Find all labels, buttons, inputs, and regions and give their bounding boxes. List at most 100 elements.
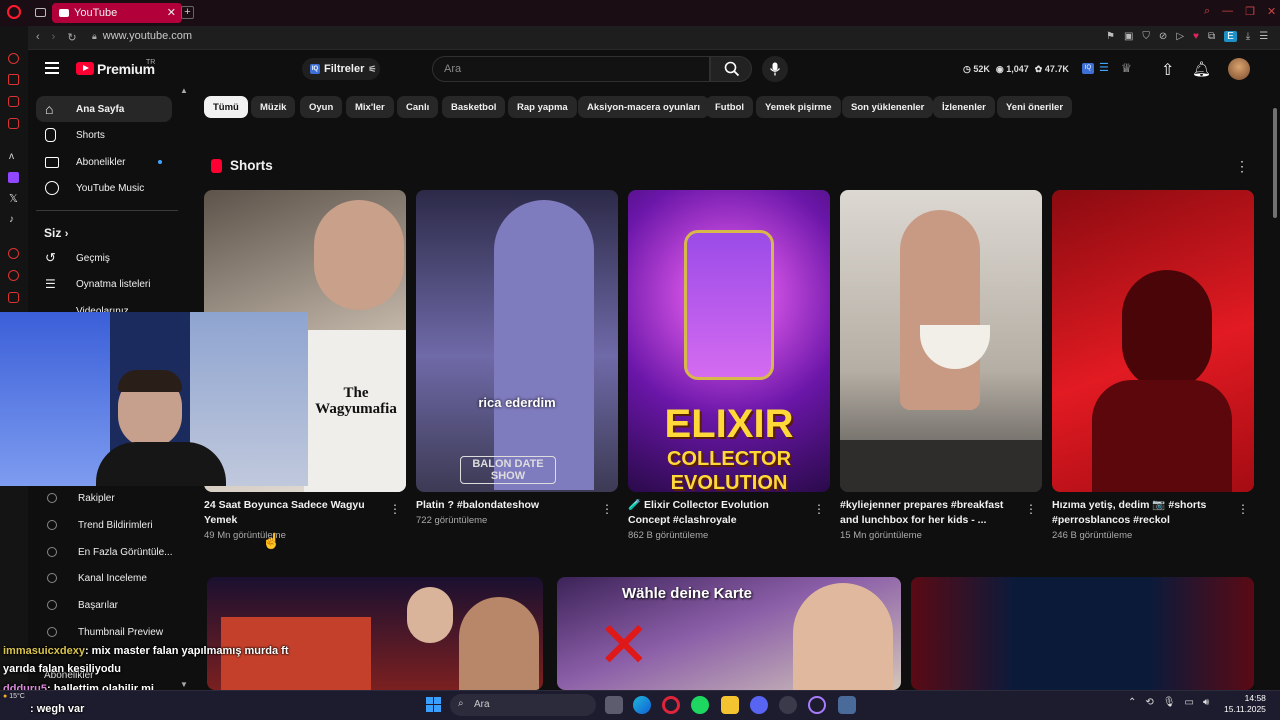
chip-cooking[interactable]: Yemek pişirme xyxy=(756,96,841,118)
volume-icon[interactable]: 🔊︎ xyxy=(1203,697,1209,708)
sidebar-tool-trend-alerts[interactable]: Trend Bildirimleri xyxy=(40,515,180,535)
tray-overflow-icon[interactable]: ⌃ xyxy=(1128,697,1136,708)
weather-widget[interactable]: ● 15°C xyxy=(3,693,25,700)
chip-action-adventure[interactable]: Aksiyon-macera oyunları xyxy=(578,96,709,118)
snapshot-icon[interactable]: ▣ xyxy=(1124,31,1133,42)
short-more-icon[interactable]: ⋮ xyxy=(813,502,825,516)
file-explorer-icon[interactable] xyxy=(721,696,739,714)
minimize-icon[interactable]: — xyxy=(1222,5,1233,18)
scrollbar-thumb[interactable] xyxy=(1273,108,1277,218)
close-window-icon[interactable]: ✕ xyxy=(1267,5,1276,18)
sidebar-you-heading[interactable]: Siz › xyxy=(44,226,68,240)
award-icon[interactable]: ♕ xyxy=(1121,61,1132,75)
search-input[interactable]: Ara xyxy=(432,56,710,82)
tab-youtube[interactable]: YouTube ✕ xyxy=(52,3,182,23)
short-more-icon[interactable]: ⋮ xyxy=(1025,502,1037,516)
short-title[interactable]: #kyliejenner prepares #breakfast and lun… xyxy=(840,498,1020,528)
forward-icon[interactable]: › xyxy=(52,31,56,44)
downloads-icon[interactable]: ⤓ xyxy=(1246,31,1250,42)
upload-icon[interactable]: ⇧ xyxy=(1161,60,1179,79)
app-icon[interactable] xyxy=(838,696,856,714)
player-icon[interactable]: ▷ xyxy=(1176,31,1184,42)
sidebar-ai-icon[interactable] xyxy=(8,53,19,64)
back-icon[interactable]: ‹ xyxy=(36,31,40,44)
chip-new-to-you[interactable]: Yeni öneriler xyxy=(997,96,1073,118)
workspaces-icon[interactable] xyxy=(35,8,46,17)
sidebar-x-icon[interactable]: 𝕏 xyxy=(9,192,18,205)
maximize-icon[interactable]: ❐ xyxy=(1245,5,1255,18)
short-title[interactable]: Hızıma yetiş, dedim 📷 #shorts #perrosbla… xyxy=(1052,498,1232,528)
short-title[interactable]: 🧪 Elixir Collector Evolution Concept #cl… xyxy=(628,498,808,528)
video-thumbnail[interactable]: Wähle deine Karte ✕ xyxy=(557,577,901,690)
edge-icon[interactable] xyxy=(633,696,651,714)
sidebar-instagram-icon[interactable] xyxy=(8,118,19,129)
short-more-icon[interactable]: ⋮ xyxy=(389,502,401,516)
chip-recently-uploaded[interactable]: Son yüklenenler xyxy=(842,96,934,118)
page-scrollbar[interactable] xyxy=(1272,90,1278,690)
reload-icon[interactable]: ↻ xyxy=(67,31,76,44)
menu-icon[interactable]: ☰ xyxy=(1259,31,1268,42)
youtube-logo-icon[interactable] xyxy=(76,62,94,75)
short-thumbnail[interactable]: ELIXIR COLLECTOR EVOLUTION xyxy=(628,190,830,492)
task-view-icon[interactable] xyxy=(605,696,623,714)
chip-gaming[interactable]: Oyun xyxy=(300,96,343,118)
taskbar-clock[interactable]: 14:58 15.11.2025 xyxy=(1224,693,1266,715)
chip-rap[interactable]: Rap yapma xyxy=(508,96,577,118)
avatar[interactable] xyxy=(1228,58,1250,80)
vidiq-icon[interactable]: IQ xyxy=(1082,63,1094,74)
chip-watched[interactable]: İzlenenler xyxy=(933,96,995,118)
chip-live[interactable]: Canlı xyxy=(397,96,439,118)
heart-icon[interactable]: ♥ xyxy=(1193,31,1199,42)
sidebar-item-history[interactable]: ↺ Geçmiş xyxy=(36,245,172,271)
chip-mixes[interactable]: Mix'ler xyxy=(346,96,394,118)
chip-basketball[interactable]: Basketbol xyxy=(442,96,506,118)
microphone-icon[interactable]: 🎙︎ xyxy=(1163,697,1176,708)
short-thumbnail[interactable] xyxy=(1052,190,1254,492)
discord-icon[interactable] xyxy=(750,696,768,714)
sidebar-messenger-icon[interactable] xyxy=(8,96,19,107)
sidebar-tool-channel-audit[interactable]: Kanal Inceleme xyxy=(40,568,180,588)
sidebar-item-youtube-music[interactable]: YouTube Music xyxy=(36,175,172,201)
search-button[interactable] xyxy=(710,56,752,82)
sidebar-scroll-up-icon[interactable]: ▲ xyxy=(180,86,188,95)
url-field[interactable]: 🔒︎ www.youtube.com xyxy=(92,30,192,42)
taskbar-search[interactable]: ⌕ Ara xyxy=(450,694,596,716)
chip-football[interactable]: Futbol xyxy=(706,96,754,118)
sidebar-twitch-icon[interactable] xyxy=(8,172,19,183)
sidebar-bag-icon[interactable] xyxy=(8,74,19,85)
obs-icon[interactable] xyxy=(779,696,797,714)
extensions-icon[interactable]: ⧉ xyxy=(1208,31,1215,42)
short-thumbnail[interactable] xyxy=(840,190,1042,492)
sidebar-kick-icon[interactable]: ᴧ xyxy=(9,151,14,162)
list-icon[interactable]: ☰ xyxy=(1099,61,1109,74)
sidebar-tool-competitors[interactable]: Rakipler xyxy=(40,488,180,508)
new-tab-button[interactable]: + xyxy=(181,6,194,19)
short-thumbnail[interactable]: rica ederdim BALON DATE SHOW xyxy=(416,190,618,492)
sidebar-item-playlists[interactable]: ☰ Oynatma listeleri xyxy=(36,271,172,297)
adblock-icon[interactable]: ⊘ xyxy=(1159,31,1167,42)
sync-icon[interactable]: ⟲ xyxy=(1145,697,1153,708)
profile-e-icon[interactable]: E xyxy=(1224,31,1237,42)
filters-button[interactable]: IQ Filtreler ⚟ xyxy=(302,58,380,80)
chip-music[interactable]: Müzik xyxy=(251,96,296,118)
shorts-more-icon[interactable]: ⋮ xyxy=(1235,158,1249,175)
sidebar-tiktok-icon[interactable]: ♪ xyxy=(9,214,14,225)
hamburger-menu-icon[interactable] xyxy=(45,62,59,74)
sidebar-tool-thumbnail-preview[interactable]: Thumbnail Preview xyxy=(40,622,180,642)
search-tabs-icon[interactable]: ⌕ xyxy=(1204,5,1210,18)
display-icon[interactable]: ▭ xyxy=(1184,697,1193,708)
sidebar-item-subscriptions[interactable]: Abonelikler xyxy=(36,149,172,175)
voice-search-button[interactable] xyxy=(762,56,788,82)
short-more-icon[interactable]: ⋮ xyxy=(1237,502,1249,516)
sidebar-tool-achievements[interactable]: Başarılar xyxy=(40,595,180,615)
start-button-icon[interactable] xyxy=(426,697,441,712)
sidebar-player-icon[interactable] xyxy=(8,248,19,259)
notifications-bell-icon[interactable]: 🔔︎ xyxy=(1192,60,1211,78)
shield-icon[interactable]: ⛉ xyxy=(1142,31,1150,42)
opera-logo-icon[interactable] xyxy=(7,5,21,19)
video-thumbnail[interactable] xyxy=(207,577,543,690)
sidebar-tool-most-viewed[interactable]: En Fazla Görüntüle... xyxy=(40,542,180,562)
sidebar-scroll-down-icon[interactable]: ▼ xyxy=(180,680,188,689)
short-title[interactable]: 24 Saat Boyunca Sadece Wagyu Yemek xyxy=(204,498,384,528)
sidebar-item-home[interactable]: ⌂ Ana Sayfa xyxy=(36,96,172,122)
